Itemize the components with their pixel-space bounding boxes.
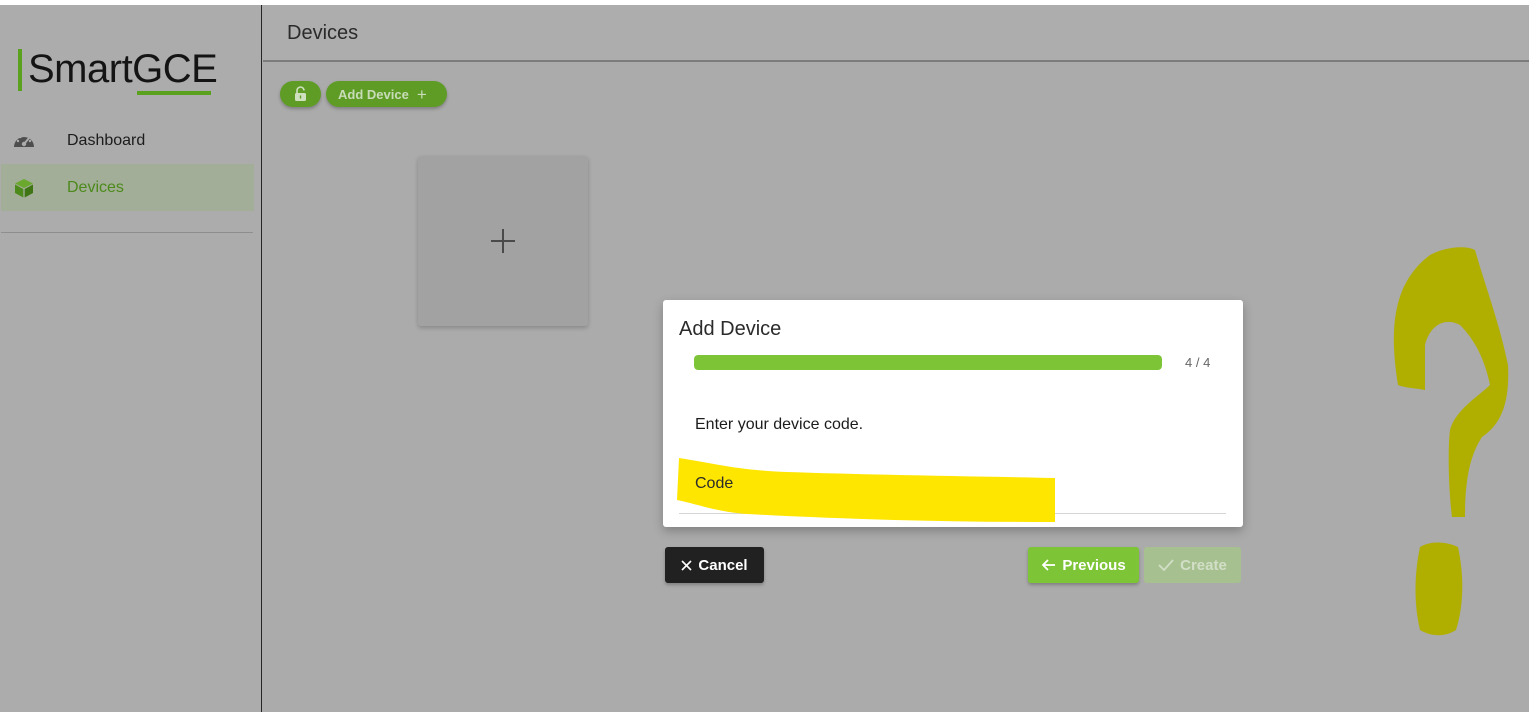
cancel-button[interactable]: Cancel bbox=[665, 547, 764, 583]
sidebar-item-devices[interactable]: Devices bbox=[1, 164, 254, 211]
step-progress-bar bbox=[694, 355, 1162, 370]
question-mark-scribble bbox=[1393, 247, 1509, 636]
sidebar-divider bbox=[1, 232, 253, 233]
check-icon bbox=[1158, 559, 1174, 571]
add-device-dialog: Add Device 4 / 4 Enter your device code.… bbox=[663, 300, 1243, 527]
arrow-left-icon bbox=[1041, 559, 1056, 571]
lock-toggle-button[interactable] bbox=[280, 81, 321, 107]
page-header: Devices bbox=[263, 5, 1529, 62]
speedometer-icon bbox=[11, 129, 37, 153]
create-label: Create bbox=[1180, 556, 1227, 574]
code-input[interactable]: Code bbox=[677, 458, 1226, 522]
plus-icon bbox=[490, 228, 516, 259]
close-icon bbox=[681, 559, 692, 571]
logo-underline bbox=[137, 91, 211, 95]
previous-button[interactable]: Previous bbox=[1028, 547, 1139, 583]
dialog-instruction: Enter your device code. bbox=[695, 416, 864, 433]
step-progress-fill bbox=[694, 355, 1162, 370]
cancel-label: Cancel bbox=[698, 556, 748, 574]
plus-icon: + bbox=[416, 84, 427, 104]
highlighter-mark bbox=[677, 458, 1055, 522]
sidebar-item-label: Dashboard bbox=[67, 131, 146, 149]
cube-icon bbox=[11, 176, 37, 200]
sidebar-item-dashboard[interactable]: Dashboard bbox=[1, 117, 254, 164]
create-button[interactable]: Create bbox=[1144, 547, 1241, 583]
logo-text: SmartGCE bbox=[28, 47, 218, 91]
add-device-label: Add Device bbox=[338, 86, 409, 102]
sidebar-item-label: Devices bbox=[67, 178, 124, 196]
logo-bar bbox=[18, 49, 22, 91]
previous-label: Previous bbox=[1062, 556, 1126, 574]
dialog-title: Add Device bbox=[679, 318, 782, 340]
sidebar: SmartGCE Dashboard Devices bbox=[0, 5, 262, 712]
lock-open-icon bbox=[293, 86, 308, 107]
add-device-card[interactable] bbox=[418, 156, 588, 326]
step-counter: 4 / 4 bbox=[1185, 355, 1211, 370]
code-label: Code bbox=[695, 475, 734, 492]
add-device-button[interactable]: Add Device + bbox=[326, 81, 447, 107]
page-title: Devices bbox=[287, 22, 359, 44]
